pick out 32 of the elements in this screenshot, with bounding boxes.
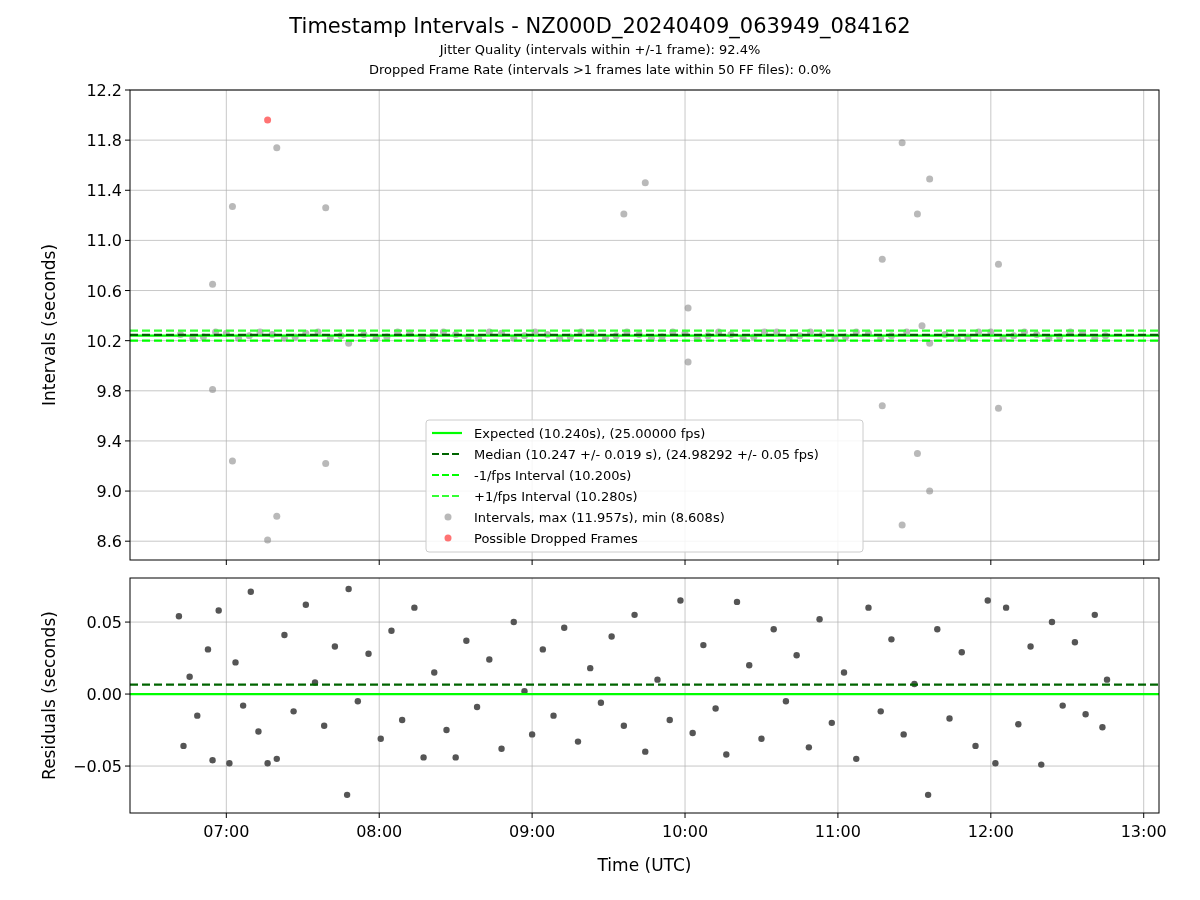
axis-label: Intervals (seconds) — [39, 243, 59, 407]
tick-label: 13:00 — [1120, 822, 1167, 841]
tick-label: 0.05 — [86, 613, 122, 633]
tick-label: 9.0 — [96, 482, 122, 502]
tick-label: 10.2 — [86, 331, 122, 351]
tick-label: 07:00 — [203, 822, 250, 841]
legend-label: Intervals, max (11.957s), min (8.608s) — [474, 509, 725, 525]
tick-label: 9.8 — [96, 381, 122, 401]
axis-label: Time (UTC) — [597, 855, 692, 875]
tick-label: 09:00 — [509, 822, 556, 841]
chart-title: Timestamp Intervals - NZ000D_20240409_063949_084162 — [289, 13, 911, 40]
tick-label: 10:00 — [661, 822, 709, 841]
chart-subtitle: Dropped Frame Rate (intervals >1 frames late within 50 FF files): 0.0% — [368, 61, 832, 79]
tick-label: 12.2 — [86, 84, 122, 100]
chart-subtitle: Jitter Quality (intervals within +/-1 frame): 92.4% — [439, 41, 761, 59]
tick-label: 08:00 — [356, 822, 403, 841]
tick-label: 11.4 — [86, 181, 122, 201]
legend-label: Median (10.247 +/- 0.019 s), (24.98292 +/- 0.05 fps) — [474, 446, 819, 462]
tick-label: 11.8 — [86, 131, 122, 151]
tick-label: 0.00 — [86, 685, 122, 705]
legend-label: Expected (10.240s), (25.00000 fps) — [474, 425, 706, 441]
tick-label: 10.6 — [86, 281, 122, 301]
legend-label: -1/fps Interval (10.200s) — [474, 467, 632, 483]
tick-label: 9.4 — [96, 431, 122, 451]
tick-label: 11:00 — [814, 822, 861, 841]
legend-label: Possible Dropped Frames — [474, 530, 638, 546]
tick-label: 8.6 — [96, 532, 122, 552]
tick-label: 12:00 — [967, 822, 1014, 841]
tick-label: 11.0 — [86, 231, 122, 251]
legend-label: +1/fps Interval (10.280s) — [474, 488, 638, 504]
axis-label: Residuals (seconds) — [39, 611, 59, 780]
tick-label: −0.05 — [72, 757, 122, 777]
